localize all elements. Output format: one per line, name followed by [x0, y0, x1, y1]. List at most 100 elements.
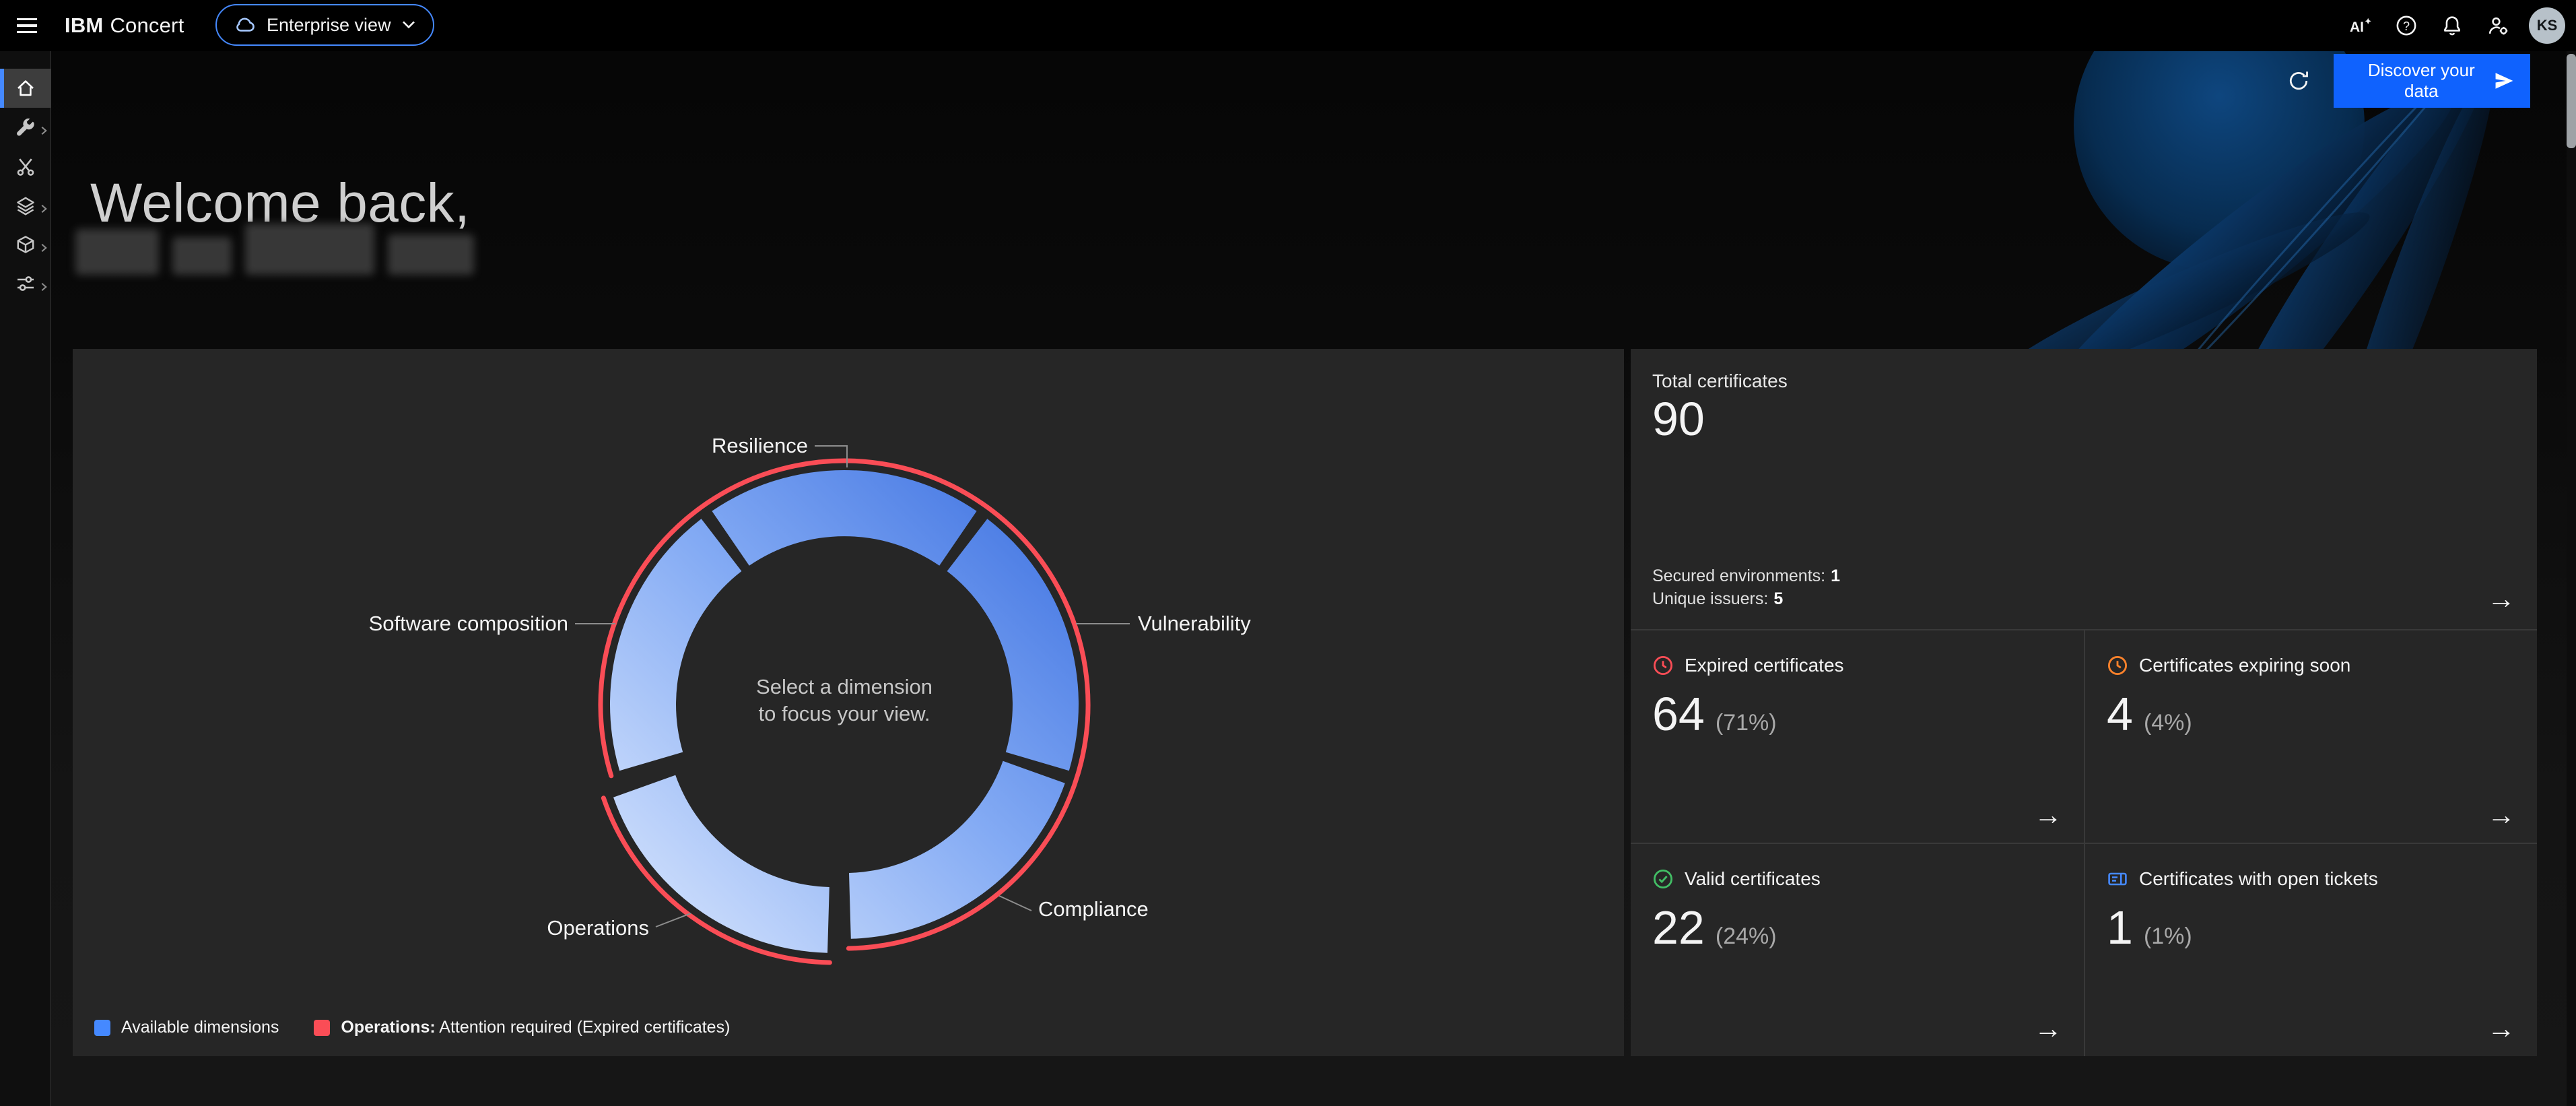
cube-icon	[15, 234, 36, 255]
scrollbar-thumb[interactable]	[2567, 54, 2576, 148]
tile-label: Certificates with open tickets	[2139, 868, 2378, 890]
legend-available-dimensions: Available dimensions	[94, 1018, 279, 1037]
sidebar-item-home[interactable]	[0, 69, 51, 108]
leader-compliance	[999, 896, 1031, 911]
unique-issuers-value: 5	[1773, 589, 1783, 608]
refresh-icon	[2287, 69, 2310, 92]
wheel-label-resilience: Resilience	[712, 434, 808, 457]
notifications-button[interactable]	[2429, 0, 2475, 51]
dimension-wheel-card: Resilience Vulnerability Compliance Oper…	[73, 349, 1624, 1056]
secured-environments-value: 1	[1831, 566, 1840, 585]
expiring-soon-arrow[interactable]: →	[2487, 801, 2515, 829]
cloud-icon	[234, 14, 256, 36]
open-tickets-arrow[interactable]: →	[2487, 1014, 2515, 1043]
unique-issuers-label: Unique issuers:	[1652, 589, 1768, 608]
help-button[interactable]: ?	[2383, 0, 2429, 51]
view-switcher-button[interactable]: Enterprise view	[215, 4, 434, 46]
svg-text:?: ?	[2403, 20, 2410, 33]
wheel-label-software-composition: Software composition	[369, 612, 568, 635]
valid-check-icon	[1652, 868, 1674, 890]
tile-percent: (1%)	[2144, 923, 2192, 950]
tile-expiring-soon[interactable]: Certificates expiring soon 4 (4%) →	[2084, 629, 2537, 843]
legend-label: Operations: Attention required (Expired …	[341, 1018, 730, 1037]
sidebar-item-layers[interactable]	[0, 186, 51, 225]
tile-open-tickets[interactable]: Certificates with open tickets 1 (1%) →	[2084, 843, 2537, 1056]
wheel-center-line2: to focus your view.	[758, 702, 930, 725]
redacted-user-name	[75, 224, 474, 275]
wheel-label-vulnerability: Vulnerability	[1138, 612, 1251, 635]
global-header: IBM Concert Enterprise view AI ?	[0, 0, 2576, 51]
user-settings-button[interactable]	[2475, 0, 2521, 51]
expired-certificates-arrow[interactable]: →	[2034, 801, 2062, 829]
brand-name: Concert	[110, 13, 184, 37]
expand-chevron-icon	[40, 282, 48, 292]
discover-data-label: Discover your data	[2350, 60, 2493, 102]
wrench-icon	[15, 117, 36, 138]
expand-chevron-icon	[40, 125, 48, 136]
tile-label: Expired certificates	[1685, 655, 1844, 676]
expiring-clock-icon	[2107, 655, 2128, 676]
wheel-legend: Available dimensions Operations: Attenti…	[94, 1018, 730, 1037]
tile-label: Certificates expiring soon	[2139, 655, 2350, 676]
wheel-segment-resilience[interactable]	[712, 470, 976, 566]
tile-label: Valid certificates	[1685, 868, 1821, 890]
dimension-wheel: Resilience Vulnerability Compliance Oper…	[73, 349, 1624, 1056]
certificates-tiles: Expired certificates 64 (71%) → Certifica…	[1631, 629, 2537, 1056]
valid-certificates-arrow[interactable]: →	[2034, 1014, 2062, 1043]
sliders-icon	[15, 273, 36, 294]
layers-icon	[15, 195, 36, 216]
leader-operations	[656, 913, 691, 927]
sidebar-item-tools[interactable]	[0, 108, 51, 147]
ai-icon: AI	[2348, 15, 2373, 36]
wheel-label-operations: Operations	[547, 916, 649, 940]
tile-value: 22	[1652, 901, 1705, 955]
user-settings-icon	[2486, 14, 2509, 37]
total-certificates-section: Total certificates 90 Secured environmen…	[1631, 349, 2537, 629]
open-ticket-icon	[2107, 868, 2128, 890]
total-certificates-arrow[interactable]: →	[2487, 585, 2515, 613]
tile-valid-certificates[interactable]: Valid certificates 22 (24%) →	[1631, 843, 2084, 1056]
tile-percent: (4%)	[2144, 710, 2192, 736]
brand-bold: IBM	[65, 13, 103, 37]
expand-chevron-icon	[40, 242, 48, 253]
chevron-down-icon	[402, 20, 415, 30]
wheel-label-compliance: Compliance	[1038, 897, 1149, 921]
total-certificates-value: 90	[1652, 392, 2515, 447]
menu-button[interactable]	[0, 0, 54, 51]
hamburger-icon	[17, 18, 37, 20]
tile-value: 1	[2107, 901, 2133, 955]
secured-environments-label: Secured environments:	[1652, 566, 1825, 585]
legend-operations-alert: Operations: Attention required (Expired …	[314, 1018, 730, 1037]
tile-value: 64	[1652, 687, 1705, 742]
user-avatar[interactable]: KS	[2529, 7, 2565, 44]
tile-percent: (24%)	[1716, 923, 1777, 950]
sidebar-item-resources[interactable]	[0, 225, 51, 264]
legend-label: Available dimensions	[121, 1018, 279, 1037]
refresh-button[interactable]	[2272, 54, 2326, 108]
total-certificates-label: Total certificates	[1652, 370, 2515, 392]
legend-swatch-red	[314, 1020, 330, 1036]
wheel-segment-compliance[interactable]	[849, 761, 1065, 939]
legend-swatch-blue	[94, 1020, 110, 1036]
page-scrollbar[interactable]	[2567, 51, 2576, 1106]
expand-chevron-icon	[40, 203, 48, 214]
wheel-segment-software-composition[interactable]	[610, 519, 741, 771]
certificates-card: Total certificates 90 Secured environmen…	[1631, 349, 2537, 1056]
wheel-center-line1: Select a dimension	[756, 675, 933, 698]
tile-value: 4	[2107, 687, 2133, 742]
sidebar-item-connections[interactable]	[0, 147, 51, 186]
view-switcher-label: Enterprise view	[267, 15, 391, 36]
side-navigation	[0, 51, 51, 1106]
wheel-segment-vulnerability[interactable]	[947, 519, 1079, 771]
home-icon	[15, 77, 36, 99]
help-icon: ?	[2395, 14, 2418, 37]
tile-expired-certificates[interactable]: Expired certificates 64 (71%) →	[1631, 629, 2084, 843]
ai-assistant-button[interactable]: AI	[2338, 0, 2383, 51]
scissors-icon	[15, 156, 36, 177]
expired-clock-icon	[1652, 655, 1674, 676]
tile-percent: (71%)	[1716, 710, 1777, 736]
discover-data-button[interactable]: Discover your data	[2334, 54, 2530, 108]
brand: IBM Concert	[65, 13, 184, 38]
bell-icon	[2441, 14, 2464, 37]
sidebar-item-pipelines[interactable]	[0, 264, 51, 303]
